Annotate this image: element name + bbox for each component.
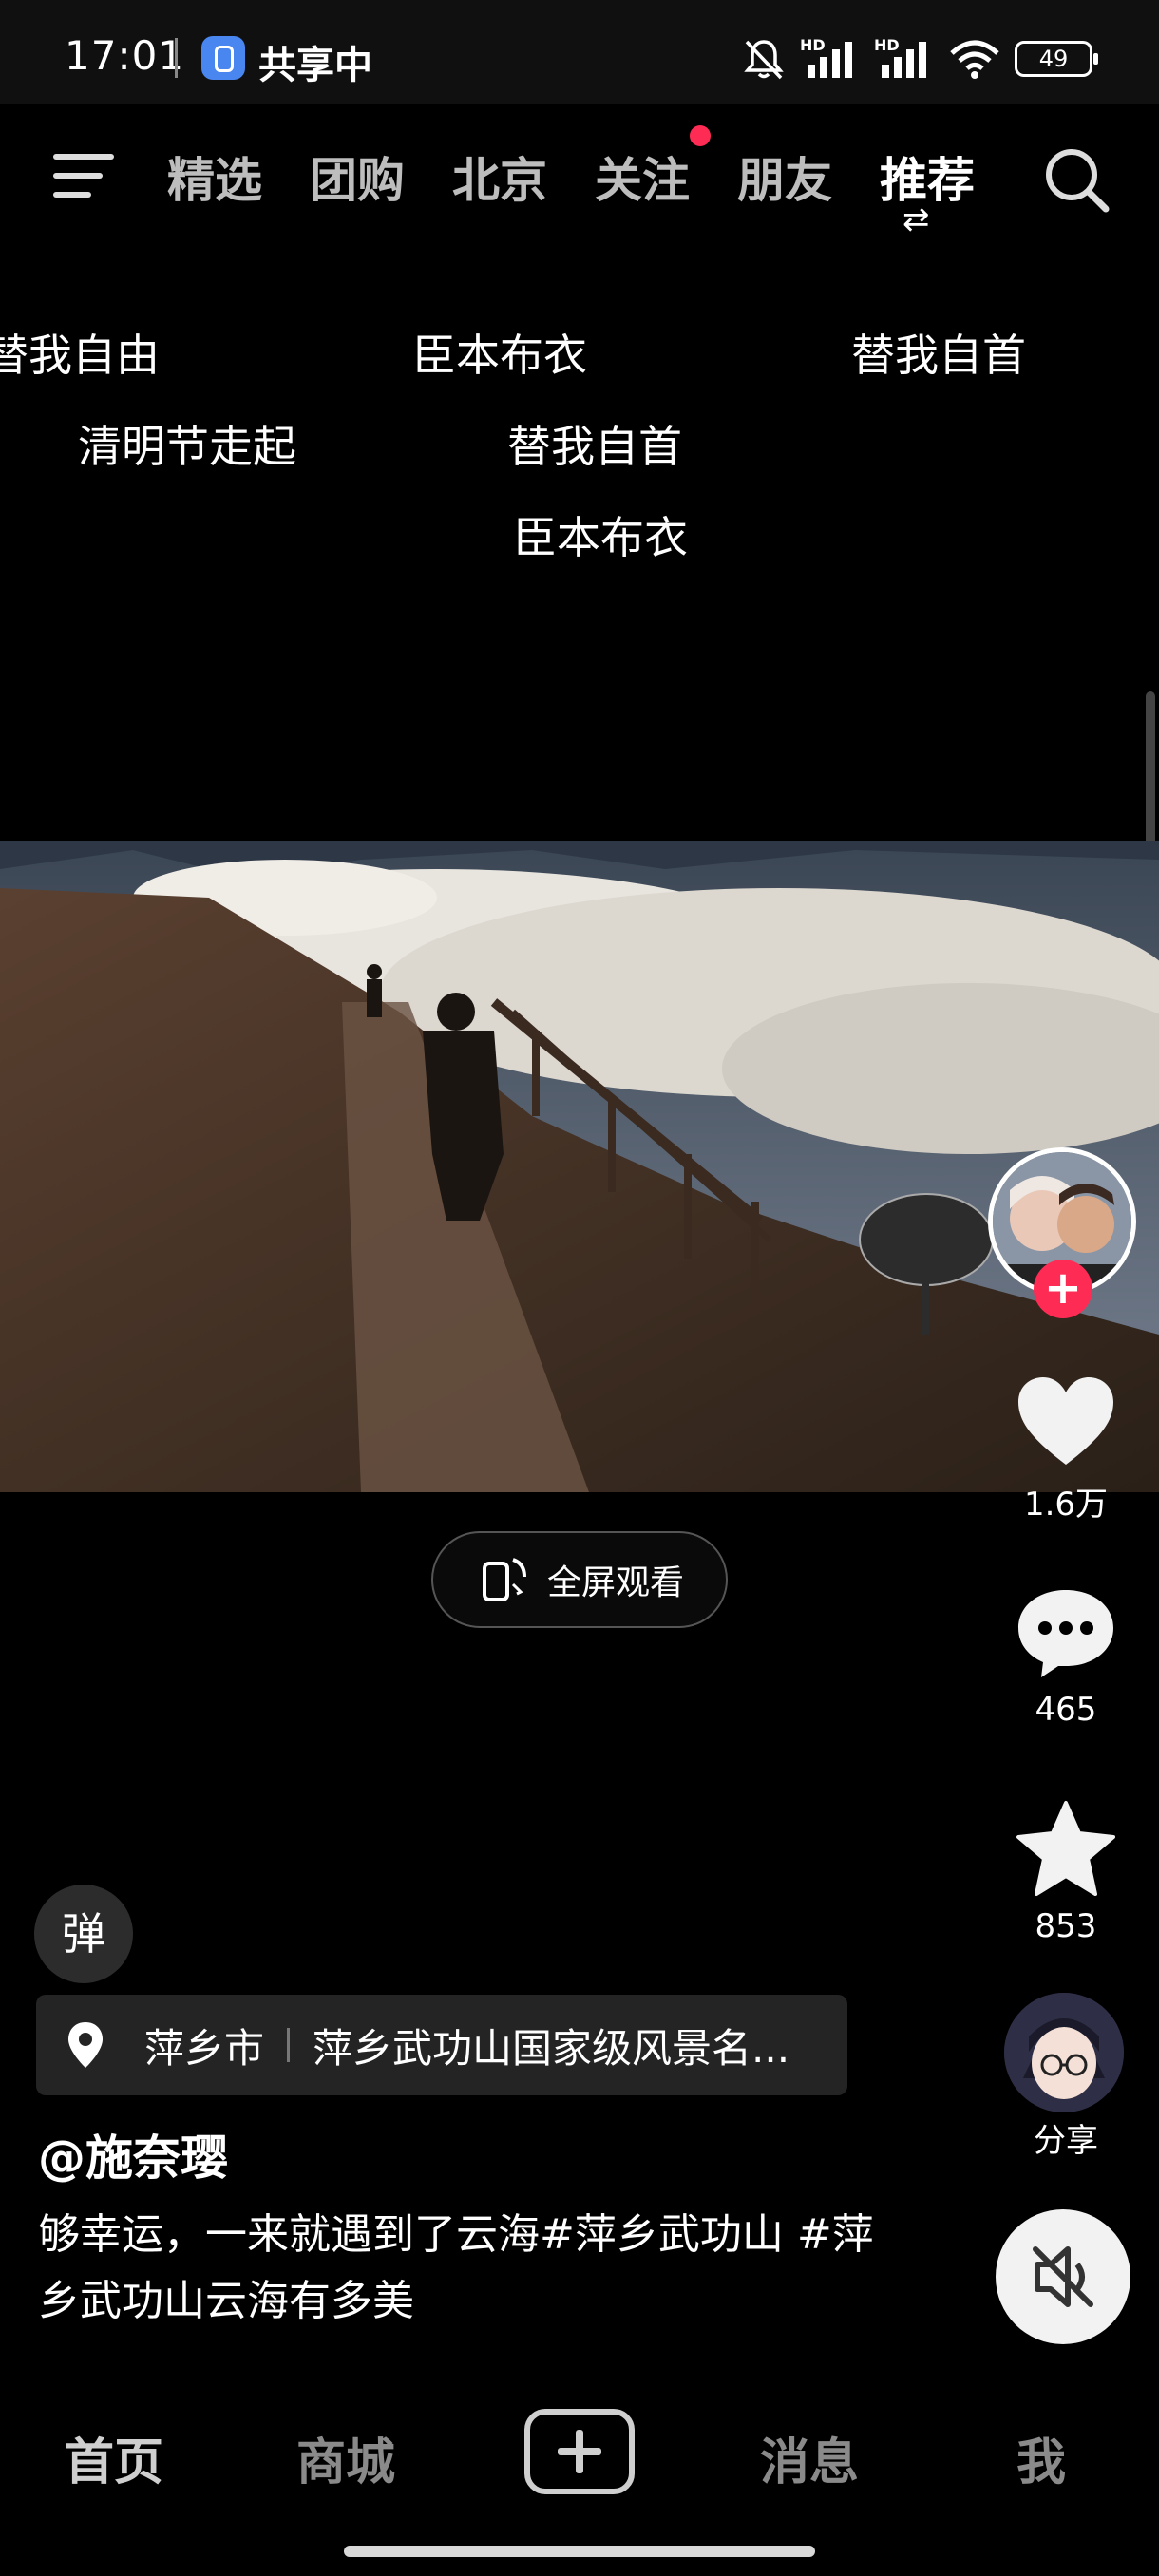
home-indicator[interactable] <box>344 2546 815 2557</box>
comment-icon <box>1018 1590 1113 1677</box>
status-divider <box>175 38 178 78</box>
heart-icon <box>1018 1377 1113 1465</box>
danmaku-comment: 臣本布衣 <box>412 330 587 381</box>
location-city: 萍乡市 <box>144 2024 265 2072</box>
rotate-screen-icon <box>482 1558 526 1601</box>
video-frame-image <box>0 841 1159 1492</box>
tab-following[interactable]: 关注 <box>595 142 690 211</box>
danmaku-comment: 替我自首 <box>507 421 682 472</box>
follow-button[interactable]: + <box>1034 1260 1092 1318</box>
nav-messages[interactable]: 消息 <box>760 2422 859 2493</box>
status-icons: HD HD 49 <box>741 32 1098 85</box>
nav-mall[interactable]: 商城 <box>296 2422 395 2493</box>
top-nav: 精选 团购 北京 关注 朋友 推荐 ⇄ <box>0 104 1159 247</box>
notification-dot <box>690 125 711 146</box>
swap-icon[interactable]: ⇄ <box>902 203 930 236</box>
wifi-icon <box>950 40 999 79</box>
fullscreen-button[interactable]: 全屏观看 <box>431 1531 728 1628</box>
create-button[interactable] <box>524 2409 635 2494</box>
tab-local[interactable]: 北京 <box>452 142 547 211</box>
danmaku-comment: 清明节走起 <box>78 421 296 472</box>
share-label[interactable]: 分享 <box>988 2114 1144 2161</box>
menu-icon[interactable] <box>53 146 118 203</box>
bottom-nav: 首页 商城 消息 我 <box>0 2394 1159 2517</box>
nav-profile[interactable]: 我 <box>1016 2422 1066 2493</box>
screen-share-icon <box>201 36 245 80</box>
status-time: 17:01 <box>65 32 185 79</box>
location-pin-icon <box>68 2022 103 2068</box>
speaker-muted-icon <box>1033 2246 1093 2307</box>
signal-icon <box>808 42 852 78</box>
star-icon <box>1016 1801 1115 1896</box>
danmaku-comment: 臣本布衣 <box>513 512 688 563</box>
location-tag[interactable]: 萍乡市 萍乡武功山国家级风景名... <box>36 1995 847 2095</box>
signal-1: HD <box>800 36 861 82</box>
favorite-button[interactable]: 853 <box>988 1799 1144 1945</box>
status-bar: 17:01 共享中 HD HD 49 <box>0 0 1159 104</box>
danmaku-toggle-button[interactable]: 弹 <box>34 1885 133 1983</box>
danmaku-comment: 替我自首 <box>851 330 1026 381</box>
danmaku-comment: 替我自由 <box>0 330 160 381</box>
nav-home[interactable]: 首页 <box>65 2422 163 2493</box>
signal-2: HD <box>874 36 935 82</box>
favorite-count: 853 <box>1035 1907 1097 1945</box>
video-player[interactable] <box>0 841 1159 1492</box>
search-icon[interactable] <box>1039 142 1115 218</box>
comment-count: 465 <box>1035 1691 1097 1729</box>
fullscreen-label: 全屏观看 <box>546 1563 684 1602</box>
post-caption: 够幸运，一来就遇到了云海#萍乡武功山 #萍乡武功山云海有多美 <box>38 2210 874 2325</box>
battery-icon: 49 <box>1015 41 1098 77</box>
tab-friends[interactable]: 朋友 <box>737 142 832 211</box>
location-place: 萍乡武功山国家级风景名... <box>313 2024 790 2072</box>
mute-button[interactable] <box>996 2209 1130 2344</box>
like-button[interactable]: 1.6万 <box>988 1373 1144 1525</box>
screen-share-status: 共享中 <box>258 44 372 87</box>
tab-group-buy[interactable]: 团购 <box>310 142 405 211</box>
mute-bell-icon <box>744 40 784 80</box>
author-username[interactable]: @施奈璎 <box>38 2120 228 2188</box>
like-count: 1.6万 <box>1023 1486 1109 1524</box>
signal-icon <box>882 42 926 78</box>
share-avatar[interactable] <box>1004 1993 1124 2112</box>
comment-button[interactable]: 465 <box>988 1586 1144 1729</box>
location-divider <box>287 2028 291 2062</box>
share-avatar-image <box>1004 1993 1124 2112</box>
tab-featured[interactable]: 精选 <box>167 142 262 211</box>
